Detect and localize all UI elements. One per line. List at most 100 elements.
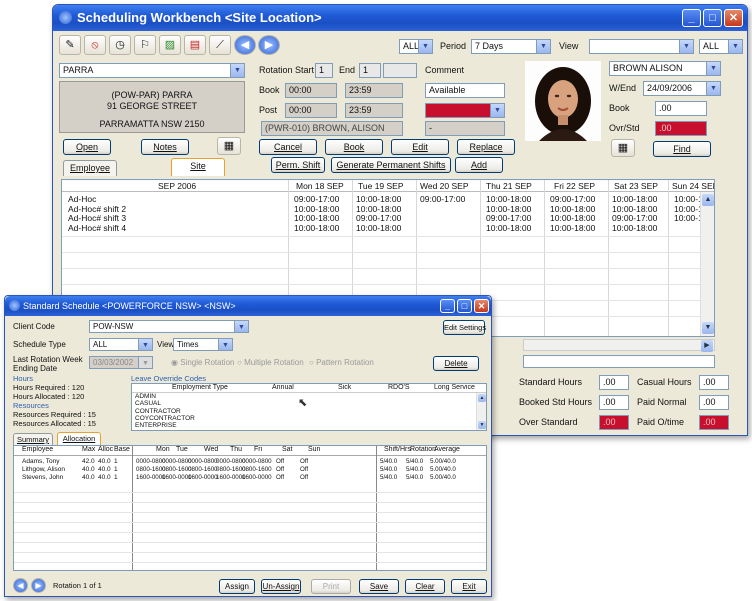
schedule-type-label: Schedule Type <box>13 340 66 349</box>
print-button[interactable]: Print <box>311 579 351 594</box>
edit-button[interactable]: Edit <box>391 139 449 155</box>
no-entry-icon[interactable]: ⦸ <box>84 35 106 55</box>
rotation-start-field[interactable]: 1 <box>315 63 333 78</box>
schedule-type-select[interactable]: ALL ▼ <box>89 338 153 351</box>
grid-shift-cell: 10:00-18:00 <box>486 222 532 233</box>
open-button[interactable]: Open <box>63 139 111 155</box>
tab-employee[interactable]: Employee <box>63 160 117 176</box>
rotation-end-field[interactable]: 1 <box>359 63 381 78</box>
generate-permanent-shifts-button[interactable]: Generate Permanent Shifts <box>331 157 451 173</box>
comment-field[interactable]: Available <box>425 83 505 98</box>
maximize-button[interactable]: □ <box>703 9 722 27</box>
allocation-shift-cell: 0000-0800 <box>188 458 218 465</box>
scroll-down-arrow[interactable]: ▼ <box>702 322 714 334</box>
calculator-icon[interactable]: ▦ <box>611 139 635 157</box>
forward-arrow-icon[interactable]: ▶ <box>258 35 280 55</box>
handshake-icon[interactable]: ⚐ <box>134 35 156 55</box>
employee-photo <box>525 61 601 141</box>
tab-site[interactable]: Site <box>171 158 225 176</box>
standard-titlebar[interactable]: Standard Schedule <POWERFORCE NSW> <NSW>… <box>5 296 491 316</box>
radio-single-rotation[interactable]: ◉ Single Rotation <box>171 358 234 367</box>
hours-required: Hours Required : 120 <box>13 383 85 392</box>
grid-row-label: Ad-Hoc# shift 2 <box>68 203 127 214</box>
booked-std-hours-label: Booked Std Hours <box>519 397 593 407</box>
scroll-down-arrow[interactable]: ▼ <box>478 421 486 429</box>
employee-select[interactable]: BROWN ALISON ▼ <box>609 61 721 76</box>
notes-button[interactable]: Notes <box>141 139 189 155</box>
view-select[interactable]: ▼ <box>589 39 694 54</box>
radio-label: Single Rotation <box>180 358 235 367</box>
scroll-right-arrow[interactable]: ▶ <box>701 340 713 352</box>
grid-row-label: Ad-Hoc <box>68 194 97 204</box>
allocation-employee-cell: 40.0 <box>82 466 95 473</box>
grid-header-day: Thu 21 SEP <box>486 181 532 191</box>
view-filter-select[interactable]: ALL ▼ <box>699 39 743 54</box>
perm-shift-button[interactable]: Perm. Shift <box>271 157 325 173</box>
wand-icon[interactable]: ⟋ <box>209 35 231 55</box>
chart-icon[interactable]: ▨ <box>159 35 181 55</box>
save-button[interactable]: Save <box>359 579 399 594</box>
grid-shift-cell: 10:00-18:00 <box>356 222 402 233</box>
grid-shift-cell: 09:00-17:00 <box>486 213 532 223</box>
radio-multiple-rotation[interactable]: ○ Multiple Rotation <box>237 358 304 367</box>
tab-summary[interactable]: Summary <box>13 433 53 445</box>
allocation-shift-cell: 0000-0800 <box>242 458 272 465</box>
post-to-field[interactable]: 23:59 <box>345 103 403 118</box>
close-button[interactable]: ✕ <box>474 299 489 313</box>
back-arrow-icon[interactable]: ◀ <box>13 578 28 593</box>
allocation-shift-cell: 5/40.0 <box>406 458 424 465</box>
leave-override-grid[interactable]: Employment Type Annual Sick RDO'S Long S… <box>131 383 487 431</box>
view-select[interactable]: Times ▼ <box>173 338 233 351</box>
schedule-header: Sat <box>282 446 293 453</box>
grid-scrollbar[interactable]: ▲ ▼ <box>700 192 714 336</box>
delete-button[interactable]: Delete <box>433 356 479 371</box>
last-rotation-date-field[interactable]: 03/03/2002 ▼ <box>89 356 153 369</box>
leave-scrollbar[interactable]: ▲ ▼ <box>476 393 486 430</box>
radio-pattern-rotation[interactable]: ○ Pattern Rotation <box>309 358 374 367</box>
add-button[interactable]: Add <box>455 157 503 173</box>
client-code-select[interactable]: POW-NSW ▼ <box>89 320 249 333</box>
status-color-select[interactable]: ▼ <box>425 103 505 118</box>
comment-label: Comment <box>425 65 465 75</box>
chevron-down-icon: ▼ <box>234 321 248 332</box>
book-time-label: Book <box>259 85 280 95</box>
calculator-icon[interactable]: ▦ <box>217 137 241 155</box>
allocation-shift-cell: 5/40.0 <box>380 458 398 465</box>
book-to-field[interactable]: 23:59 <box>345 83 403 98</box>
scroll-up-arrow[interactable]: ▲ <box>478 394 486 402</box>
clear-button[interactable]: Clear <box>405 579 445 594</box>
assign-button[interactable]: Assign <box>219 579 255 594</box>
allocation-shift-cell: 5/40.0 <box>380 466 398 473</box>
back-arrow-icon[interactable]: ◀ <box>234 35 256 55</box>
tab-allocation[interactable]: Allocation <box>57 432 101 445</box>
minimize-button[interactable]: _ <box>440 299 455 313</box>
edit-settings-button[interactable]: Edit Settings <box>443 320 486 335</box>
horizontal-scrollbar[interactable]: ▶ <box>523 339 715 352</box>
maximize-button[interactable]: □ <box>457 299 472 313</box>
schedule-header: Thu <box>230 446 243 453</box>
close-button[interactable]: ✕ <box>724 9 743 27</box>
filter-select[interactable]: ALL ▼ <box>399 39 433 54</box>
main-titlebar[interactable]: Scheduling Workbench <Site Location> _ □… <box>53 5 747 31</box>
wend-date-field[interactable]: 24/09/2006 ▼ <box>643 81 721 96</box>
cancel-button[interactable]: Cancel <box>259 139 317 155</box>
scroll-up-arrow[interactable]: ▲ <box>702 194 714 206</box>
clock-icon[interactable]: ◷ <box>109 35 131 55</box>
find-button[interactable]: Find <box>653 141 711 157</box>
standard-hours-field: .00 <box>599 375 629 390</box>
pencil-icon[interactable]: ✎ <box>59 35 81 55</box>
allocation-grid[interactable]: Employee Max Alloc Base Mon Tue Wed Thu Fri Sat S… <box>13 445 487 571</box>
site-select[interactable]: PARRA ▼ <box>59 63 245 78</box>
book-from-field[interactable]: 00:00 <box>285 83 337 98</box>
report-icon[interactable]: ▤ <box>184 35 206 55</box>
book-button[interactable]: Book <box>325 139 383 155</box>
forward-arrow-icon[interactable]: ▶ <box>31 578 46 593</box>
un-assign-button[interactable]: Un-Assign <box>261 579 301 594</box>
period-select[interactable]: 7 Days ▼ <box>471 39 551 54</box>
allocation-shift-cell: Off <box>300 458 309 465</box>
replace-button[interactable]: Replace <box>457 139 515 155</box>
client-code-value: POW-NSW <box>93 322 134 331</box>
post-from-field[interactable]: 00:00 <box>285 103 337 118</box>
exit-button[interactable]: Exit <box>451 579 487 594</box>
minimize-button[interactable]: _ <box>682 9 701 27</box>
